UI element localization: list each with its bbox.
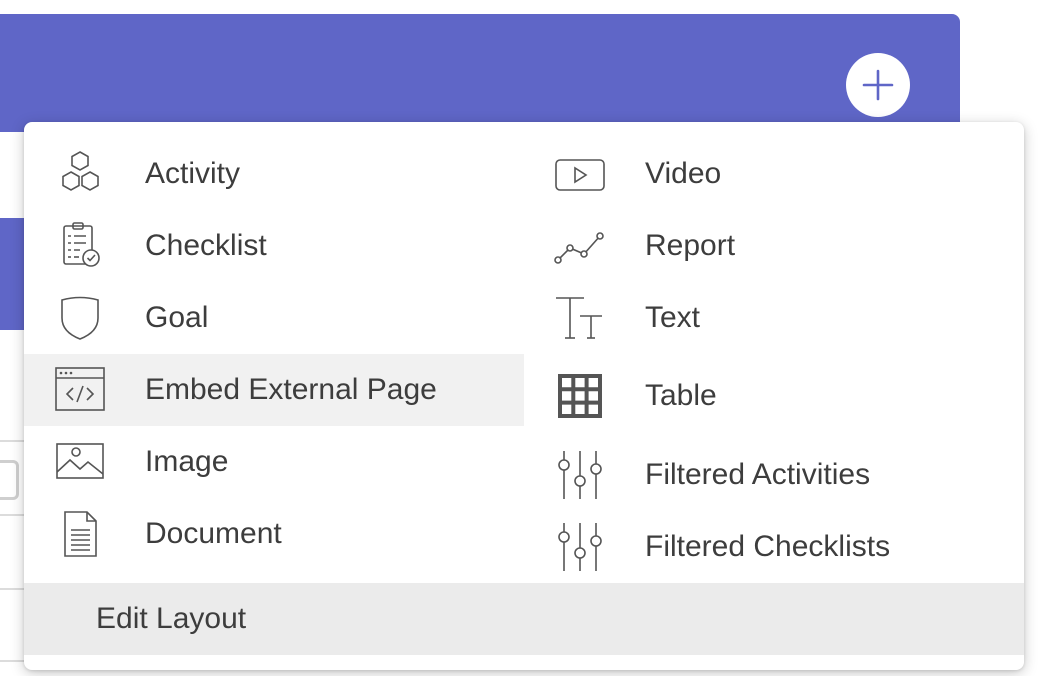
text-size-icon	[554, 292, 606, 344]
add-widget-button[interactable]	[846, 53, 910, 117]
edit-layout-label: Edit Layout	[96, 602, 247, 635]
menu-item-document[interactable]: Document	[24, 498, 524, 570]
menu-item-label: Embed External Page	[145, 373, 437, 406]
menu-item-table[interactable]: Table	[524, 360, 1024, 432]
menu-item-label: Image	[145, 445, 229, 478]
background-divider	[0, 514, 26, 516]
image-icon	[54, 436, 106, 488]
menu-item-label: Activity	[145, 157, 241, 190]
table-grid-icon	[554, 370, 606, 422]
plus-icon	[862, 69, 894, 101]
background-divider	[0, 440, 26, 442]
shield-icon	[54, 292, 106, 344]
sliders-icon	[554, 449, 606, 501]
background-divider	[0, 588, 26, 590]
menu-item-filtered-checklists[interactable]: Filtered Checklists	[524, 511, 1024, 583]
document-icon	[54, 508, 106, 560]
code-window-icon	[54, 364, 106, 416]
menu-item-activity[interactable]: Activity	[24, 138, 524, 210]
menu-item-label: Report	[645, 229, 736, 262]
background-control	[0, 460, 19, 500]
menu-item-label: Filtered Checklists	[645, 530, 891, 563]
menu-item-image[interactable]: Image	[24, 426, 524, 498]
video-play-icon	[554, 148, 606, 200]
menu-item-label: Video	[645, 157, 722, 190]
menu-item-checklist[interactable]: Checklist	[24, 210, 524, 282]
edit-layout-button[interactable]: Edit Layout	[24, 583, 1024, 655]
menu-item-text[interactable]: Text	[524, 282, 1024, 354]
menu-item-label: Goal	[145, 301, 209, 334]
add-widget-menu: Activity Checklist Goal Embed External P…	[24, 122, 1024, 670]
menu-item-goal[interactable]: Goal	[24, 282, 524, 354]
header-bar	[0, 14, 960, 132]
background-divider	[0, 660, 26, 662]
menu-item-embed-external-page[interactable]: Embed External Page	[24, 354, 524, 426]
sliders-icon	[554, 521, 606, 573]
menu-item-label: Document	[145, 517, 282, 550]
menu-item-filtered-activities[interactable]: Filtered Activities	[524, 439, 1024, 511]
menu-item-report[interactable]: Report	[524, 210, 1024, 282]
menu-item-label: Table	[645, 379, 717, 412]
menu-item-video[interactable]: Video	[524, 138, 1024, 210]
line-chart-icon	[554, 220, 606, 272]
menu-item-label: Filtered Activities	[645, 458, 871, 491]
hexagons-icon	[54, 148, 106, 200]
clipboard-check-icon	[54, 220, 106, 272]
menu-item-label: Checklist	[145, 229, 267, 262]
menu-item-label: Text	[645, 301, 701, 334]
